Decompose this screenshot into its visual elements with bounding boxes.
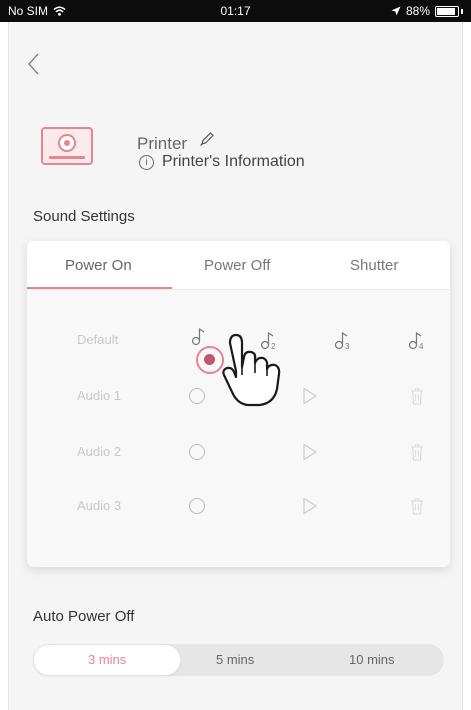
sound-settings-card: Power On Power Off Shutter Default Audio… bbox=[27, 241, 450, 567]
option-3-mins[interactable]: 3 mins bbox=[88, 652, 126, 667]
auto-power-off-selector: 3 mins 5 mins 10 mins bbox=[33, 644, 444, 676]
battery-icon bbox=[435, 5, 459, 17]
battery-percent: 88% bbox=[405, 4, 430, 18]
audio-1-play-icon[interactable] bbox=[302, 387, 318, 405]
status-right: 88% bbox=[391, 4, 463, 18]
selected-radio-dot bbox=[204, 354, 215, 365]
battery-fill bbox=[437, 7, 455, 15]
sound-4-number: 4 bbox=[419, 342, 424, 350]
audio-2-trash-icon[interactable] bbox=[409, 443, 425, 461]
sound-1-icon[interactable] bbox=[190, 326, 210, 346]
option-10-mins[interactable]: 10 mins bbox=[349, 652, 395, 667]
printer-icon bbox=[41, 127, 93, 165]
tab-power-off[interactable]: Power Off bbox=[204, 257, 270, 274]
row-label-audio-2: Audio 2 bbox=[77, 444, 122, 459]
tab-shutter[interactable]: Shutter bbox=[350, 257, 398, 274]
audio-1-trash-icon[interactable] bbox=[409, 387, 425, 405]
audio-3-radio[interactable] bbox=[189, 498, 205, 514]
tap-hand-icon bbox=[222, 333, 281, 407]
active-tab-indicator bbox=[27, 287, 172, 289]
sound-3-number: 3 bbox=[345, 342, 350, 350]
sound-tabs: Power On Power Off Shutter bbox=[27, 241, 450, 290]
auto-power-off-title: Auto Power Off bbox=[33, 608, 135, 625]
row-label-default: Default bbox=[77, 332, 119, 347]
printer-name: Printer bbox=[137, 134, 188, 153]
row-label-audio-3: Audio 3 bbox=[77, 498, 122, 513]
printer-info-link[interactable]: i Printer's Information bbox=[139, 153, 305, 171]
sound-4-icon[interactable]: 4 bbox=[407, 330, 427, 350]
audio-2-radio[interactable] bbox=[189, 444, 205, 460]
tab-power-on[interactable]: Power On bbox=[65, 257, 132, 274]
settings-screen: Printer i Printer's Information Sound Se… bbox=[8, 22, 463, 710]
status-bar: No SIM 01:17 88% bbox=[0, 0, 471, 22]
sound-settings-title: Sound Settings bbox=[33, 208, 135, 225]
battery-tip bbox=[461, 8, 463, 14]
option-5-mins[interactable]: 5 mins bbox=[216, 652, 254, 667]
pencil-icon[interactable] bbox=[199, 131, 215, 147]
row-label-audio-1: Audio 1 bbox=[77, 388, 122, 403]
sound-3-icon[interactable]: 3 bbox=[333, 330, 353, 350]
back-arrow-icon[interactable] bbox=[23, 50, 45, 78]
selected-radio[interactable] bbox=[196, 346, 224, 374]
printer-lens bbox=[58, 134, 76, 152]
printer-info-label: Printer's Information bbox=[162, 153, 305, 170]
audio-3-trash-icon[interactable] bbox=[409, 497, 425, 515]
printer-slot bbox=[49, 156, 85, 159]
info-icon: i bbox=[139, 154, 154, 170]
audio-3-play-icon[interactable] bbox=[302, 497, 318, 515]
audio-1-radio[interactable] bbox=[189, 388, 205, 404]
audio-2-play-icon[interactable] bbox=[302, 443, 318, 461]
location-arrow-icon bbox=[391, 6, 401, 16]
